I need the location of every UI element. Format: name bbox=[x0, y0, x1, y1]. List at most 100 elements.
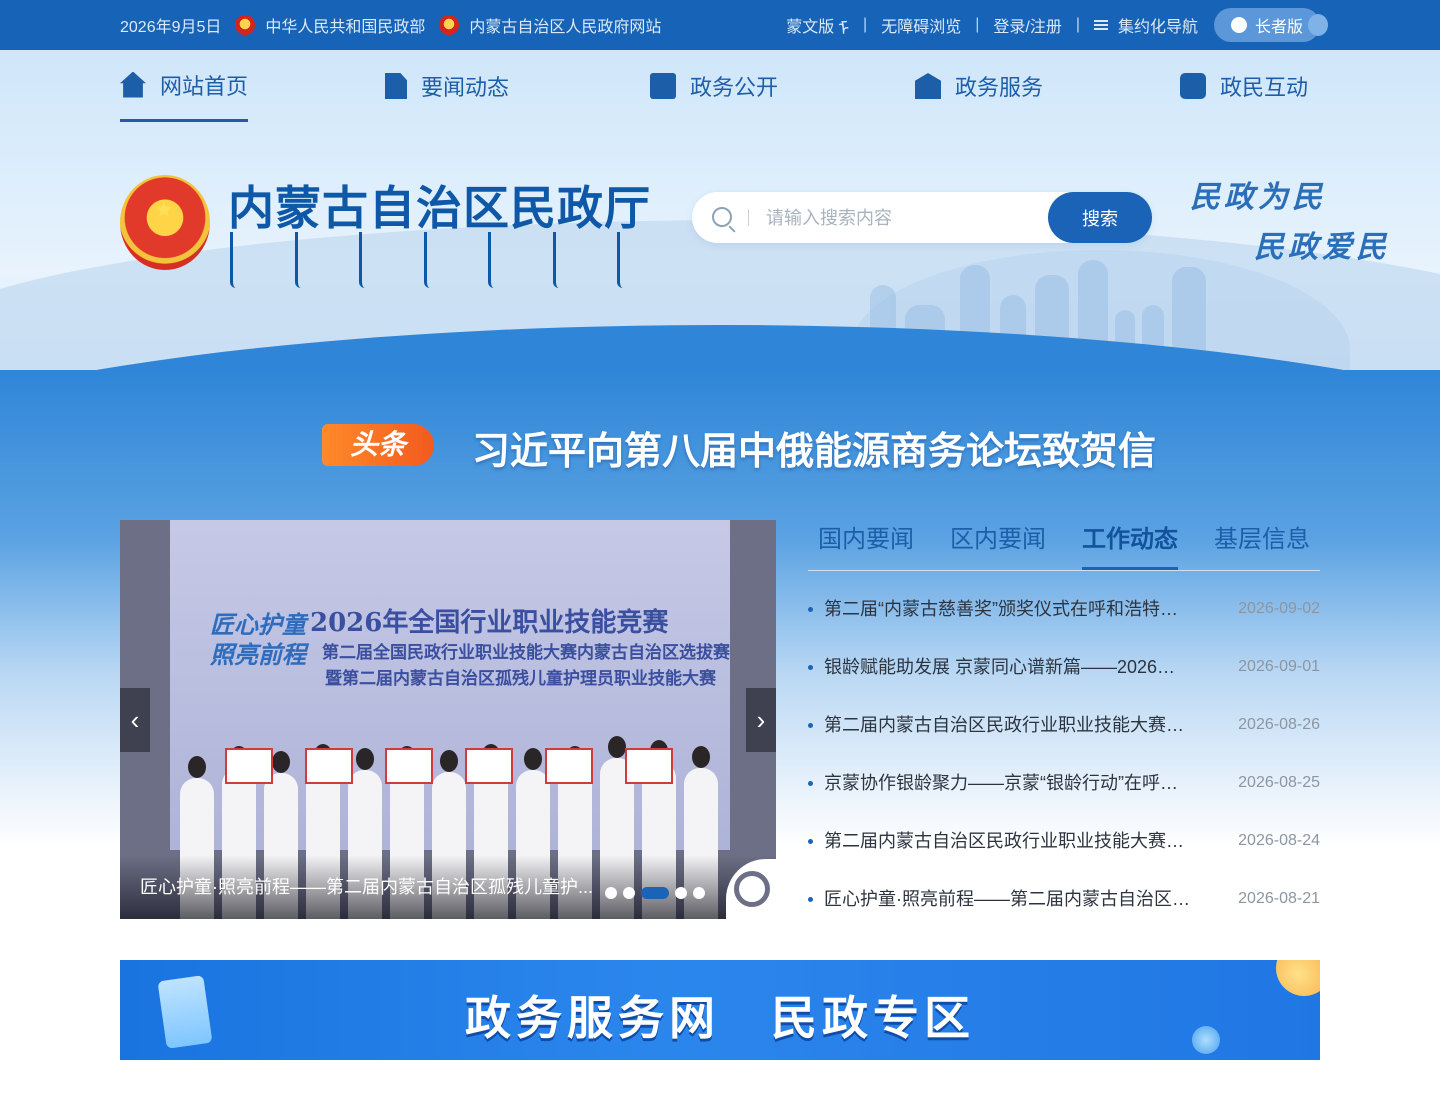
national-emblem-icon bbox=[235, 15, 256, 35]
menu-icon bbox=[1093, 18, 1108, 32]
nav-home[interactable]: 网站首页 bbox=[120, 50, 249, 122]
slogan-line-2: 民政爱民 bbox=[1254, 230, 1390, 265]
search-icon bbox=[712, 207, 732, 227]
news-title[interactable]: 第二届内蒙古自治区民政行业职业技能大赛圆满落幕 bbox=[824, 696, 1192, 754]
news-item[interactable]: 银龄赋能助发展 京蒙同心谱新篇——2026年京蒙协作 2026-09-01 bbox=[808, 638, 1320, 696]
mongolian-title-script bbox=[230, 232, 630, 292]
banner-text: 政务服务网 民政专区 bbox=[465, 992, 975, 1044]
separator: | bbox=[1075, 16, 1080, 33]
headline-link[interactable]: 习近平向第八届中俄能源商务论坛致贺信 bbox=[472, 420, 1156, 475]
slide-next-button[interactable]: › bbox=[746, 688, 776, 752]
news-item[interactable]: 第二届“内蒙古慈善奖”颁奖仪式在呼和浩特举行 2026-09-02 bbox=[808, 580, 1320, 638]
nav-government-services[interactable]: 政务服务 bbox=[915, 50, 1043, 122]
slide-dot-4[interactable] bbox=[675, 887, 687, 899]
slide-stage-title: 2026年全国行业职业技能竞赛 bbox=[310, 608, 669, 638]
puzzle-decoration-icon bbox=[1308, 14, 1328, 36]
bullet-icon bbox=[808, 665, 813, 670]
news-date: 2026-08-26 bbox=[1238, 716, 1320, 733]
bullet-icon bbox=[808, 781, 813, 786]
certificate bbox=[225, 748, 273, 784]
news-title[interactable]: 银龄赋能助发展 京蒙同心谱新篇——2026年京蒙协作 bbox=[824, 638, 1192, 696]
news-title[interactable]: 匠心护童·照亮前程——第二届内蒙古自治区孤残儿童护理员 bbox=[824, 870, 1192, 928]
intensive-navigation-link[interactable]: 集约化导航 bbox=[1118, 13, 1198, 37]
news-date: 2026-09-02 bbox=[1238, 600, 1320, 617]
elder-mode-button[interactable]: 长者版 bbox=[1214, 8, 1328, 42]
bullet-icon bbox=[808, 723, 813, 728]
news-title[interactable]: 京蒙协作银龄聚力——京蒙“银龄行动”在呼和浩特启动 bbox=[824, 754, 1192, 812]
search-divider bbox=[748, 209, 749, 226]
nav-news-label: 要闻动态 bbox=[421, 75, 510, 100]
news-item[interactable]: 第二届内蒙古自治区民政行业职业技能大赛开幕 2026-08-24 bbox=[808, 812, 1320, 870]
slide-dot-5[interactable] bbox=[693, 887, 705, 899]
nav-interaction[interactable]: 政民互动 bbox=[1180, 50, 1308, 122]
bubble-decoration bbox=[1192, 1026, 1220, 1054]
slide-stage-subtitle-2: 暨第二届内蒙古自治区孤残儿童护理员职业技能大赛 bbox=[325, 669, 716, 688]
slide-brand-text: 匠心护童 照亮前程 bbox=[210, 610, 306, 669]
news-list: 第二届“内蒙古慈善奖”颁奖仪式在呼和浩特举行 2026-09-02 银龄赋能助发… bbox=[808, 580, 1320, 928]
bullet-icon bbox=[808, 839, 813, 844]
nav-government-affairs[interactable]: 政务公开 bbox=[650, 50, 778, 122]
bullet-icon bbox=[808, 897, 813, 902]
news-slideshow[interactable]: 匠心护童 照亮前程 2026年全国行业职业技能竞赛 第二届全国民政行业职业技能大… bbox=[120, 520, 776, 919]
separator: | bbox=[975, 16, 980, 33]
government-service-banner[interactable]: 政务服务网 民政专区 bbox=[120, 960, 1320, 1060]
tab-regional-news[interactable]: 区内要闻 bbox=[950, 520, 1046, 568]
service-house-icon bbox=[915, 73, 941, 99]
tab-grassroots-info[interactable]: 基层信息 bbox=[1214, 520, 1310, 568]
slide-stage-subtitle: 第二届全国民政行业职业技能大赛内蒙古自治区选拔赛 bbox=[322, 643, 730, 662]
news-tabs: 国内要闻 区内要闻 工作动态 基层信息 bbox=[808, 520, 1320, 571]
news-date: 2026-08-25 bbox=[1238, 774, 1320, 791]
login-register-link[interactable]: 登录/注册 bbox=[993, 13, 1061, 37]
notebook-icon bbox=[650, 73, 676, 99]
bullet-icon bbox=[808, 607, 813, 612]
certificate bbox=[385, 748, 433, 784]
news-item[interactable]: 京蒙协作银龄聚力——京蒙“银龄行动”在呼和浩特启动 2026-08-25 bbox=[808, 754, 1320, 812]
mongolian-script-icon: ᠮ bbox=[838, 18, 850, 39]
link-ministry-civil-affairs[interactable]: 中华人民共和国民政部 bbox=[265, 13, 425, 37]
home-icon bbox=[120, 71, 146, 98]
certificate bbox=[465, 748, 513, 784]
elderly-person-icon bbox=[1230, 17, 1247, 33]
nav-government-affairs-label: 政务公开 bbox=[690, 75, 779, 100]
tab-domestic-news[interactable]: 国内要闻 bbox=[818, 520, 914, 568]
slide-dot-3-active[interactable] bbox=[641, 887, 669, 899]
slide-caption[interactable]: 匠心护童·照亮前程——第二届内蒙古自治区孤残儿童护... bbox=[140, 873, 593, 899]
nav-government-services-label: 政务服务 bbox=[955, 75, 1044, 100]
slide-pagination bbox=[605, 887, 711, 899]
national-emblem-logo[interactable]: ★ bbox=[120, 175, 210, 270]
slogan-line-1: 民政为民 bbox=[1190, 180, 1326, 215]
elder-mode-label: 长者版 bbox=[1254, 19, 1303, 36]
news-title[interactable]: 第二届“内蒙古慈善奖”颁奖仪式在呼和浩特举行 bbox=[824, 580, 1192, 638]
headline-tag: 头条 bbox=[322, 424, 434, 466]
news-item[interactable]: 第二届内蒙古自治区民政行业职业技能大赛圆满落幕 2026-08-26 bbox=[808, 696, 1320, 754]
nav-interaction-label: 政民互动 bbox=[1220, 75, 1309, 100]
nav-news[interactable]: 要闻动态 bbox=[385, 50, 509, 122]
certificate bbox=[305, 748, 353, 784]
accessibility-link[interactable]: 无障碍浏览 bbox=[881, 13, 961, 37]
national-emblem-icon bbox=[439, 15, 460, 35]
mongolian-version-link[interactable]: 蒙文版 bbox=[786, 13, 834, 37]
top-bar: 2026年9月5日 中华人民共和国民政部 内蒙古自治区人民政府网站 蒙文版 ᠮ … bbox=[0, 0, 1440, 50]
separator: | bbox=[863, 16, 868, 33]
current-date: 2026年9月5日 bbox=[120, 19, 222, 36]
certificate bbox=[625, 748, 673, 784]
nav-home-label: 网站首页 bbox=[160, 73, 249, 99]
search-input[interactable] bbox=[764, 202, 1028, 234]
main-navigation: 网站首页 要闻动态 政务公开 政务服务 政民互动 bbox=[120, 50, 1320, 122]
site-title[interactable]: 内蒙古自治区民政厅 bbox=[228, 172, 651, 238]
news-date: 2026-08-21 bbox=[1238, 890, 1320, 907]
news-title[interactable]: 第二届内蒙古自治区民政行业职业技能大赛开幕 bbox=[824, 812, 1192, 870]
news-date: 2026-08-24 bbox=[1238, 832, 1320, 849]
tab-work-updates[interactable]: 工作动态 bbox=[1082, 520, 1178, 570]
search-box: 搜索 bbox=[692, 192, 1152, 243]
news-date: 2026-09-01 bbox=[1238, 658, 1320, 675]
chat-icon bbox=[1180, 73, 1206, 99]
slide-prev-button[interactable]: ‹ bbox=[120, 688, 150, 752]
document-icon bbox=[385, 73, 407, 99]
search-button[interactable]: 搜索 bbox=[1048, 192, 1152, 243]
link-inner-mongolia-gov[interactable]: 内蒙古自治区人民政府网站 bbox=[469, 13, 661, 37]
certificate bbox=[545, 748, 593, 784]
news-item[interactable]: 匠心护童·照亮前程——第二届内蒙古自治区孤残儿童护理员 2026-08-21 bbox=[808, 870, 1320, 928]
slide-dot-2[interactable] bbox=[623, 887, 635, 899]
slide-dot-1[interactable] bbox=[605, 887, 617, 899]
